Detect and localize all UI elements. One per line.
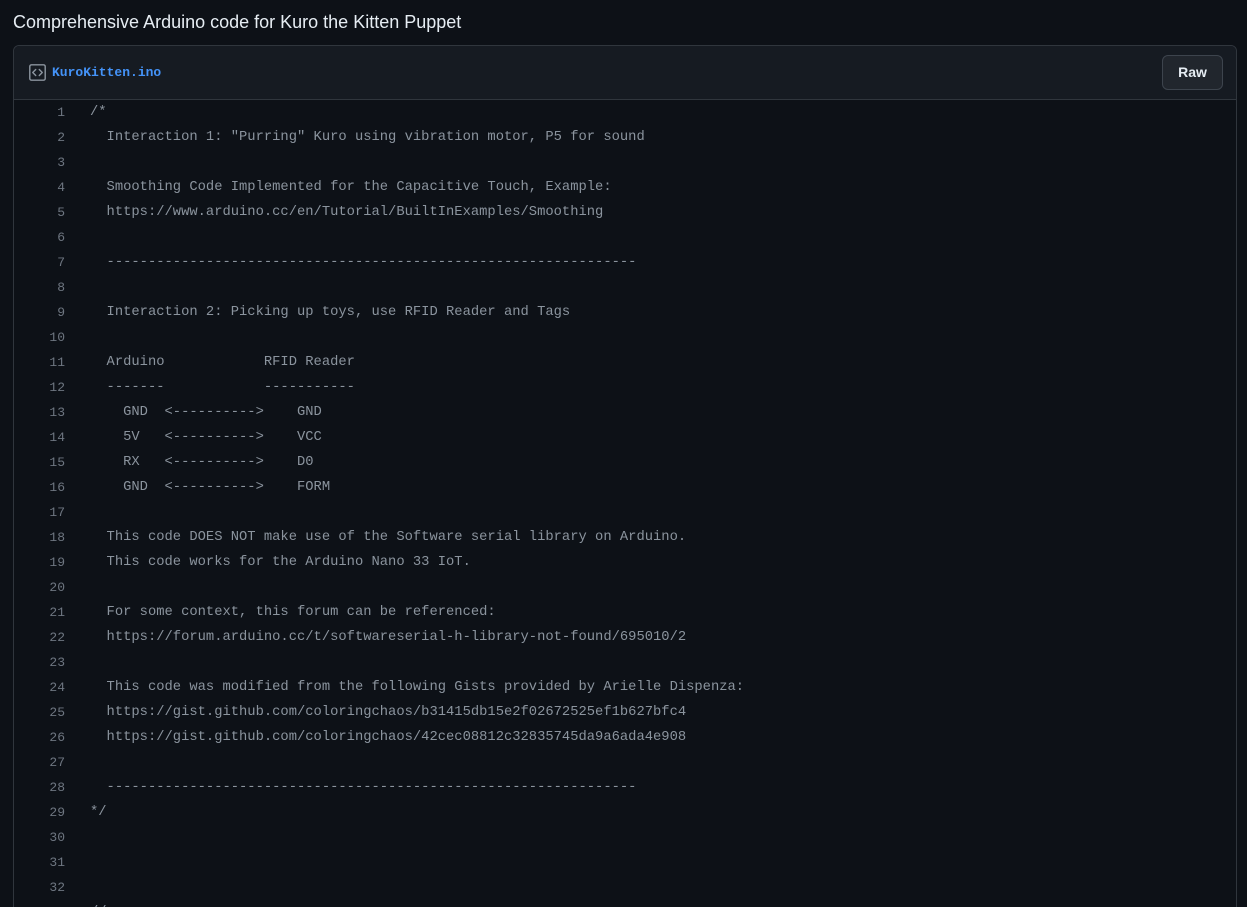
line-number[interactable]: 22 bbox=[14, 625, 65, 650]
line-number[interactable]: 14 bbox=[14, 425, 65, 450]
code-line: 11 Arduino RFID Reader bbox=[14, 350, 1236, 375]
code-line: 1 /* bbox=[14, 100, 1236, 125]
code-line: 26 https://gist.github.com/coloringchaos… bbox=[14, 725, 1236, 750]
code-line: 28 -------------------------------------… bbox=[14, 775, 1236, 800]
gist-description: Comprehensive Arduino code for Kuro the … bbox=[13, 12, 462, 32]
code-line: 18 This code DOES NOT make use of the So… bbox=[14, 525, 1236, 550]
code-line: 30 bbox=[14, 825, 1236, 850]
line-number[interactable]: 29 bbox=[14, 800, 65, 825]
code-line: 23 bbox=[14, 650, 1236, 675]
line-code: RX <----------> D0 bbox=[90, 455, 314, 470]
code-line: 16 GND <----------> FORM bbox=[14, 475, 1236, 500]
file-header: KuroKitten.ino Raw bbox=[14, 46, 1236, 100]
line-number[interactable]: 17 bbox=[14, 500, 65, 525]
line-number[interactable]: 21 bbox=[14, 600, 65, 625]
line-code: https://gist.github.com/coloringchaos/b3… bbox=[90, 705, 687, 720]
code-line: 20 bbox=[14, 575, 1236, 600]
code-line: 6 bbox=[14, 225, 1236, 250]
line-number[interactable]: 5 bbox=[14, 200, 65, 225]
code-area: 1 /* 2 Interaction 1: "Purring" Kuro using… bbox=[14, 100, 1236, 907]
line-code: https://forum.arduino.cc/t/softwareseria… bbox=[90, 630, 687, 645]
line-number[interactable]: 13 bbox=[14, 400, 65, 425]
line-number[interactable]: 20 bbox=[14, 575, 65, 600]
line-number[interactable]: 18 bbox=[14, 525, 65, 550]
code-line: 29 */ bbox=[14, 800, 1236, 825]
line-code: Interaction 1: "Purring" Kuro using vibr… bbox=[90, 130, 645, 145]
code-line: 15 RX <----------> D0 bbox=[14, 450, 1236, 475]
code-line: 24 This code was modified from the follo… bbox=[14, 675, 1236, 700]
code-line: 9 Interaction 2: Picking up toys, use RF… bbox=[14, 300, 1236, 325]
line-number[interactable]: 23 bbox=[14, 650, 65, 675]
line-number[interactable]: 25 bbox=[14, 700, 65, 725]
code-line: 22 https://forum.arduino.cc/t/softwarese… bbox=[14, 625, 1236, 650]
line-code: ------- ----------- bbox=[90, 380, 355, 395]
line-number[interactable]: 26 bbox=[14, 725, 65, 750]
line-number[interactable]: 9 bbox=[14, 300, 65, 325]
file-name-link[interactable]: KuroKitten.ino bbox=[52, 63, 161, 83]
code-line: 10 bbox=[14, 325, 1236, 350]
line-number[interactable]: 30 bbox=[14, 825, 65, 850]
code-line: 8 bbox=[14, 275, 1236, 300]
line-code: ----------------------------------------… bbox=[90, 780, 637, 795]
code-line: 2 Interaction 1: "Purring" Kuro using vi… bbox=[14, 125, 1236, 150]
code-line: 17 bbox=[14, 500, 1236, 525]
line-number[interactable]: 11 bbox=[14, 350, 65, 375]
gist-page: Comprehensive Arduino code for Kuro the … bbox=[0, 0, 1247, 907]
line-number[interactable]: 27 bbox=[14, 750, 65, 775]
line-number[interactable]: 33 bbox=[14, 900, 65, 907]
code-line: 27 bbox=[14, 750, 1236, 775]
line-number[interactable]: 24 bbox=[14, 675, 65, 700]
line-code: For some context, this forum can be refe… bbox=[90, 605, 496, 620]
line-code: Arduino RFID Reader bbox=[90, 355, 355, 370]
line-number[interactable]: 16 bbox=[14, 475, 65, 500]
line-number[interactable]: 28 bbox=[14, 775, 65, 800]
code-line: 7 --------------------------------------… bbox=[14, 250, 1236, 275]
code-line: 19 This code works for the Arduino Nano … bbox=[14, 550, 1236, 575]
line-code: This code works for the Arduino Nano 33 … bbox=[90, 555, 471, 570]
line-code: // bbox=[90, 900, 107, 907]
line-code: https://gist.github.com/coloringchaos/42… bbox=[90, 730, 687, 745]
line-number[interactable]: 19 bbox=[14, 550, 65, 575]
code-line: 12 ------- ----------- bbox=[14, 375, 1236, 400]
line-number[interactable]: 3 bbox=[14, 150, 65, 175]
code-line: 21 For some context, this forum can be r… bbox=[14, 600, 1236, 625]
code-line: 13 GND <----------> GND bbox=[14, 400, 1236, 425]
line-number[interactable]: 2 bbox=[14, 125, 65, 150]
code-line: 4 Smoothing Code Implemented for the Cap… bbox=[14, 175, 1236, 200]
code-line: 32 bbox=[14, 875, 1236, 900]
line-code: Interaction 2: Picking up toys, use RFID… bbox=[90, 305, 571, 320]
code-line: 14 5V <----------> VCC bbox=[14, 425, 1236, 450]
line-number[interactable]: 8 bbox=[14, 275, 65, 300]
line-number[interactable]: 31 bbox=[14, 850, 65, 875]
line-number[interactable]: 1 bbox=[14, 100, 65, 125]
code-line: 3 bbox=[14, 150, 1236, 175]
line-code: 5V <----------> VCC bbox=[90, 430, 322, 445]
line-code: GND <----------> FORM bbox=[90, 480, 331, 495]
line-number[interactable]: 7 bbox=[14, 250, 65, 275]
line-code: This code was modified from the followin… bbox=[90, 680, 745, 695]
file-box: KuroKitten.ino Raw 1 /* 2 Interaction 1: "… bbox=[13, 45, 1237, 907]
line-number[interactable]: 10 bbox=[14, 325, 65, 350]
line-code: */ bbox=[90, 805, 107, 820]
code-line: 5 https://www.arduino.cc/en/Tutorial/Bui… bbox=[14, 200, 1236, 225]
line-number[interactable]: 6 bbox=[14, 225, 65, 250]
code-line: 33 // bbox=[14, 900, 1236, 907]
file-code-icon bbox=[27, 62, 47, 82]
line-number[interactable]: 32 bbox=[14, 875, 65, 900]
line-code: GND <----------> GND bbox=[90, 405, 322, 420]
line-code: Smoothing Code Implemented for the Capac… bbox=[90, 180, 612, 195]
line-code: https://www.arduino.cc/en/Tutorial/Built… bbox=[90, 205, 604, 220]
code-line: 31 bbox=[14, 850, 1236, 875]
code-line: 25 https://gist.github.com/coloringchaos… bbox=[14, 700, 1236, 725]
line-number[interactable]: 15 bbox=[14, 450, 65, 475]
line-number[interactable]: 4 bbox=[14, 175, 65, 200]
raw-button[interactable]: Raw bbox=[1162, 55, 1223, 90]
line-code: This code DOES NOT make use of the Softw… bbox=[90, 530, 687, 545]
line-number[interactable]: 12 bbox=[14, 375, 65, 400]
line-code: ----------------------------------------… bbox=[90, 255, 637, 270]
line-code: /* bbox=[90, 105, 107, 120]
